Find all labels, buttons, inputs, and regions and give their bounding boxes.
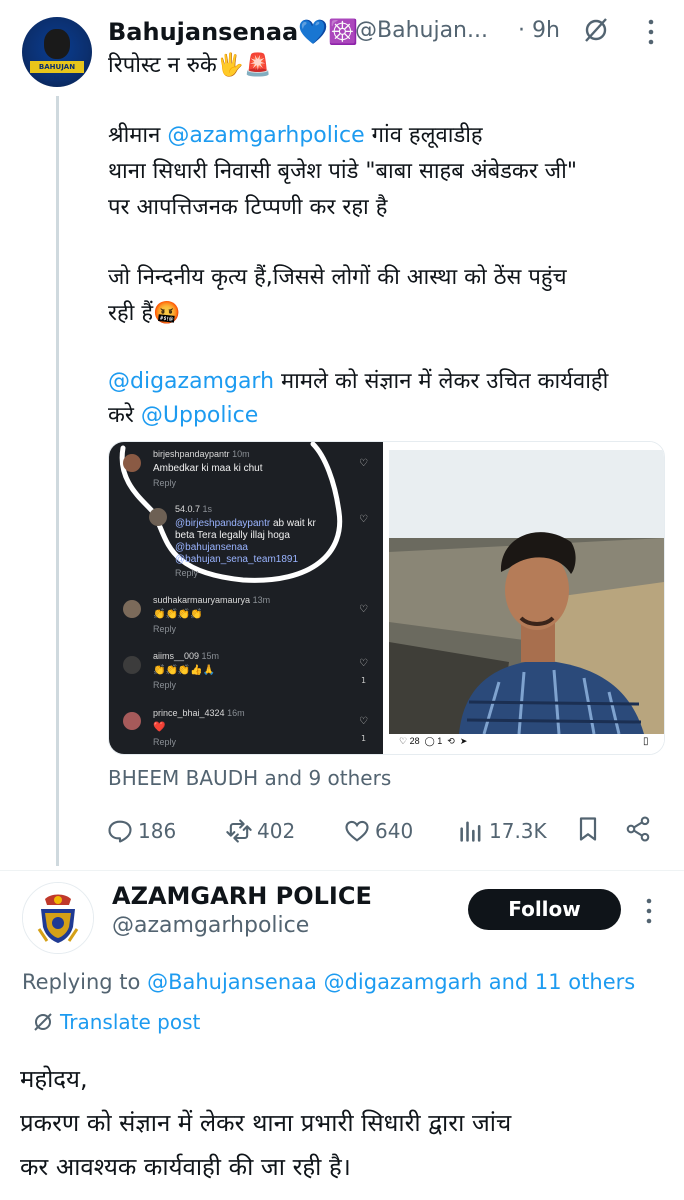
comment-user: sudhakarmauryamaurya 13m (153, 595, 271, 605)
post-time[interactable]: · 9h (518, 18, 560, 43)
heart-icon: ♡ (359, 458, 368, 469)
avatar (123, 600, 141, 618)
comment-text: 👏👏👏👍🙏 (153, 665, 216, 676)
mention-link[interactable]: @digazamgarh (108, 369, 274, 394)
heart-icon: ♡ (359, 514, 368, 525)
divider (0, 870, 684, 871)
heart-icon (345, 820, 369, 842)
views-icon (460, 821, 481, 842)
author-name[interactable]: Bahujansenaa💙☸️ (108, 18, 358, 46)
police-avatar[interactable] (22, 882, 94, 954)
like-button[interactable]: 640 (343, 817, 413, 845)
comment-mention: @bahujansenaa (175, 542, 248, 553)
tweet-line: रही हैं🤬 (108, 301, 181, 326)
heart-icon: ♡ (359, 716, 368, 727)
tweet-line: @digazamgarh मामले को संज्ञान में लेकर उ… (108, 369, 609, 394)
media-grid[interactable]: birjeshpandaypantr 10m Ambedkar ki maa k… (108, 441, 665, 755)
avatar-portrait (44, 29, 70, 59)
heart-icon: ♡ (399, 736, 408, 746)
repost-icon: ⟲ (447, 736, 455, 746)
photo-screenshot[interactable]: ♡ 28 ◯ 1 ⟲ ➤ ▯ (389, 442, 664, 754)
selfie-photo (389, 442, 664, 754)
heart-icon: ♡ (359, 658, 368, 669)
like-count: 1 (361, 676, 367, 685)
comment-reply: Reply (153, 478, 177, 488)
author-handle[interactable]: @Bahujan... (355, 18, 488, 43)
avatar-logo-text: BAHUJAN SENAA (30, 61, 84, 83)
like-count: 640 (375, 819, 414, 843)
comment-reply: Reply (153, 624, 177, 634)
comment-user: aiims__009 15m (153, 651, 220, 661)
photo-post-actions: ♡ 28 ◯ 1 ⟲ ➤ (399, 736, 467, 747)
heart-icon: ♡ (359, 604, 368, 615)
tweet-line: पर आपत्तिजनक टिप्पणी कर रहा है (108, 195, 388, 220)
share-icon[interactable] (624, 815, 652, 843)
translate-label: Translate post (60, 1010, 201, 1034)
bookmark-icon[interactable] (574, 815, 602, 843)
translate-post-button[interactable]: Translate post (32, 1010, 200, 1034)
grok-icon[interactable] (582, 16, 610, 44)
replying-to: Replying to @Bahujansenaa @digazamgarh a… (22, 970, 636, 994)
police-emblem (23, 883, 93, 953)
avatar (123, 656, 141, 674)
avatar (123, 712, 141, 730)
comment-user: 54.0.7 1s (175, 504, 213, 514)
thread-line (56, 96, 59, 866)
reply-line: कर आवश्यक कार्यवाही की जा रही है। (20, 1153, 351, 1181)
comment-count: 1 (437, 736, 443, 746)
reply-button[interactable]: 186 (106, 817, 176, 845)
more-options-icon[interactable] (644, 896, 654, 926)
reply-count: 186 (138, 819, 177, 843)
comment-reply: Reply (153, 737, 177, 747)
follow-button[interactable]: Follow (468, 889, 621, 930)
views-button[interactable]: 17.3K (457, 817, 547, 845)
comment-text: Ambedkar ki maa ki chut (153, 463, 263, 474)
comment-reply: Reply (153, 680, 177, 690)
reply-author-name[interactable]: AZAMGARH POLICE (112, 882, 372, 910)
view-count: 17.3K (489, 819, 547, 843)
grok-icon (34, 1013, 52, 1031)
tweet-line: जो निन्दनीय कृत्य हैं,जिससे लोगों की आस्… (108, 265, 567, 290)
repost-count: 402 (257, 819, 296, 843)
comment-user: prince_bhai_4324 16m (153, 708, 245, 718)
comment-user: birjeshpandaypantr 10m (153, 449, 250, 459)
tweet-line: रिपोस्ट न रुके🖐️🚨 (108, 53, 272, 78)
comments-screenshot[interactable]: birjeshpandaypantr 10m Ambedkar ki maa k… (109, 442, 383, 754)
tweet-line: थाना सिधारी निवासी बृजेश पांडे "बाबा साह… (108, 159, 577, 184)
reply-author-handle[interactable]: @azamgarhpolice (112, 913, 309, 938)
comment-icon: ◯ (424, 736, 435, 746)
repost-icon (226, 819, 252, 843)
reply-line: प्रकरण को संज्ञान में लेकर थाना प्रभारी … (20, 1109, 512, 1137)
comment-mention: @bahujan_sena_team1891 (175, 554, 299, 565)
like-count: 1 (361, 734, 367, 743)
more-options-icon[interactable] (646, 16, 656, 48)
like-count: 28 (409, 736, 420, 746)
comment-text: 👏👏👏👏 (153, 609, 203, 620)
bookmark-icon: ▯ (643, 736, 649, 747)
repost-button[interactable]: 402 (225, 817, 295, 845)
comment-text: @birjeshpandaypantr ab wait kr (175, 518, 316, 529)
author-avatar[interactable]: BAHUJAN SENAA (22, 17, 92, 87)
comment-text: ❤️ (153, 722, 166, 733)
liked-by[interactable]: BHEEM BAUDH and 9 others (108, 766, 391, 790)
tweet-line: श्रीमान @azamgarhpolice गांव हलूवाडीह (108, 123, 483, 148)
avatar (149, 508, 167, 526)
tweet-line: करे @Uppolice (108, 403, 259, 428)
mention-link[interactable]: @Uppolice (141, 403, 258, 428)
reply-icon (108, 820, 132, 843)
mention-link[interactable]: @azamgarhpolice (167, 123, 364, 148)
comment-reply: Reply (175, 568, 199, 578)
replying-to-link[interactable]: @Bahujansenaa @digazamgarh and 11 others (147, 970, 635, 994)
send-icon: ➤ (459, 736, 468, 746)
avatar (123, 454, 141, 472)
reply-line: महोदय, (20, 1065, 88, 1093)
comment-text: beta Tera legally illaj hoga (175, 530, 290, 541)
